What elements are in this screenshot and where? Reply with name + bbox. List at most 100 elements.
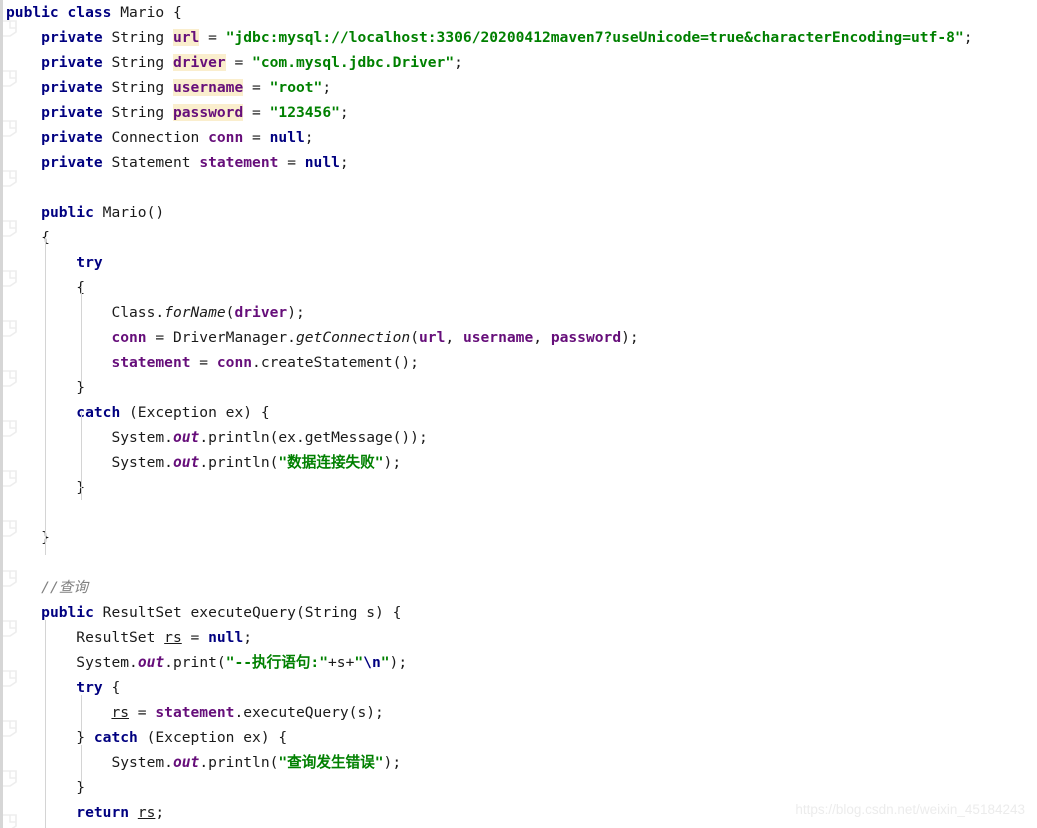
code-token-kw: public (41, 604, 94, 621)
code-line[interactable]: rs = statement.executeQuery(s); (0, 700, 1037, 725)
code-line[interactable] (0, 500, 1037, 525)
code-token-field: conn (216, 354, 253, 371)
indent-guide-line (45, 237, 46, 555)
code-line[interactable]: } (0, 475, 1037, 500)
code-line[interactable]: //查询 (0, 575, 1037, 600)
code-line[interactable] (0, 550, 1037, 575)
code-token-plain: (Exception ex) { (137, 729, 288, 746)
code-token-plain: ); (287, 304, 305, 321)
csdn-watermark-url: https://blog.csdn.net/weixin_45184243 (795, 802, 1025, 817)
code-editor-screenshot: public class Mario { private String url … (0, 0, 1037, 828)
code-token-str: " (354, 654, 364, 671)
code-token-field: statement (199, 154, 279, 171)
code-token-plain: +s+ (328, 654, 355, 671)
code-token-plain: ; (304, 129, 314, 146)
code-line[interactable]: private Connection conn = null; (0, 125, 1037, 150)
code-token-plain: = (199, 29, 226, 46)
code-token-str: "--执行语句:" (225, 654, 328, 671)
code-token-kw: null (208, 629, 244, 646)
code-token-plain: = (278, 154, 305, 171)
code-token-plain: = (243, 79, 270, 96)
code-line[interactable]: conn = DriverManager.getConnection(url, … (0, 325, 1037, 350)
code-line[interactable]: private String username = "root"; (0, 75, 1037, 100)
code-token-plain: .print( (164, 654, 226, 671)
code-token-plain: , (533, 329, 551, 346)
code-token-plain: = (129, 704, 156, 721)
code-line[interactable]: System.out.println(ex.getMessage()); (0, 425, 1037, 450)
code-token-plain: .println( (199, 754, 279, 771)
code-token-str: "root" (269, 79, 323, 96)
code-token-fieldhl: username (172, 79, 244, 96)
code-line[interactable]: System.out.println("查询发生错误"); (0, 750, 1037, 775)
code-line[interactable]: private String url = "jdbc:mysql://local… (0, 25, 1037, 50)
code-token-plain: = (181, 629, 209, 646)
code-line[interactable]: { (0, 275, 1037, 300)
code-token-plain: .executeQuery(s); (234, 704, 384, 721)
code-line[interactable]: Class.forName(driver); (0, 300, 1037, 325)
code-token-plain: = (243, 129, 270, 146)
code-token-kw: private (41, 104, 103, 121)
code-token-plain: .createStatement(); (252, 354, 419, 371)
code-token-statfld: out (137, 654, 165, 671)
code-line[interactable]: private String driver = "com.mysql.jdbc.… (0, 50, 1037, 75)
indent-guide-line (81, 695, 82, 735)
code-token-kw: private (41, 54, 103, 71)
code-token-plain: , (445, 329, 463, 346)
code-token-esc: \n (363, 654, 381, 671)
code-token-plain: ResultSet (76, 629, 165, 646)
code-token-field: password (550, 329, 622, 346)
code-line[interactable]: statement = conn.createStatement(); (0, 350, 1037, 375)
code-line[interactable]: private String password = "123456"; (0, 100, 1037, 125)
indent-guide-line (45, 620, 46, 828)
code-line[interactable]: catch (Exception ex) { (0, 400, 1037, 425)
code-token-plain: .println( (199, 454, 279, 471)
code-token-str: "数据连接失败" (278, 454, 384, 471)
code-token-plain: ); (383, 454, 402, 471)
code-token-kw: private (41, 129, 103, 146)
code-line[interactable]: public class Mario { (0, 0, 1037, 25)
code-token-field: url (419, 329, 446, 346)
code-token-plain: ResultSet executeQuery(String s) { (93, 604, 402, 621)
code-token-kw: public (41, 204, 94, 221)
code-line[interactable]: } (0, 375, 1037, 400)
code-token-unused: rs (164, 629, 182, 646)
code-line[interactable]: { (0, 225, 1037, 250)
code-token-statfld: out (172, 754, 200, 771)
code-token-kw: try (76, 679, 103, 696)
code-token-kw: private (41, 29, 103, 46)
code-token-field: statement (111, 354, 191, 371)
code-line[interactable]: public ResultSet executeQuery(String s) … (0, 600, 1037, 625)
code-token-fieldhl: url (172, 29, 200, 46)
code-token-field: conn (208, 129, 244, 146)
code-line[interactable]: try (0, 250, 1037, 275)
code-line[interactable]: System.out.println("数据连接失败"); (0, 450, 1037, 475)
code-line[interactable]: } (0, 525, 1037, 550)
code-token-plain: System. (111, 454, 173, 471)
code-surface[interactable]: public class Mario { private String url … (0, 0, 1037, 828)
code-line[interactable]: private Statement statement = null; (0, 150, 1037, 175)
code-token-plain: } (76, 729, 94, 746)
code-token-str: "123456" (269, 104, 340, 121)
code-line[interactable]: System.out.print("--执行语句:"+s+"\n"); (0, 650, 1037, 675)
code-token-str: "jdbc:mysql://localhost:3306/20200412mav… (225, 29, 964, 46)
code-token-plain: ); (621, 329, 639, 346)
code-token-plain: = (225, 54, 253, 71)
code-token-plain: .println(ex.getMessage()); (199, 429, 428, 446)
code-token-plain: = (243, 104, 270, 121)
code-line[interactable] (0, 175, 1037, 200)
indent-guide-line (81, 412, 82, 500)
code-line[interactable]: } catch (Exception ex) { (0, 725, 1037, 750)
code-line[interactable]: public Mario() (0, 200, 1037, 225)
code-token-kw: class (67, 4, 112, 21)
code-token-plain: ; (243, 629, 253, 646)
code-token-plain: String (102, 29, 173, 46)
code-line[interactable]: ResultSet rs = null; (0, 625, 1037, 650)
code-token-plain: String (102, 104, 173, 121)
code-token-str: "查询发生错误" (278, 754, 384, 771)
code-token-kw: private (41, 79, 103, 96)
code-token-plain: ; (155, 804, 165, 821)
code-token-kw: try (76, 254, 103, 271)
code-line[interactable]: try { (0, 675, 1037, 700)
